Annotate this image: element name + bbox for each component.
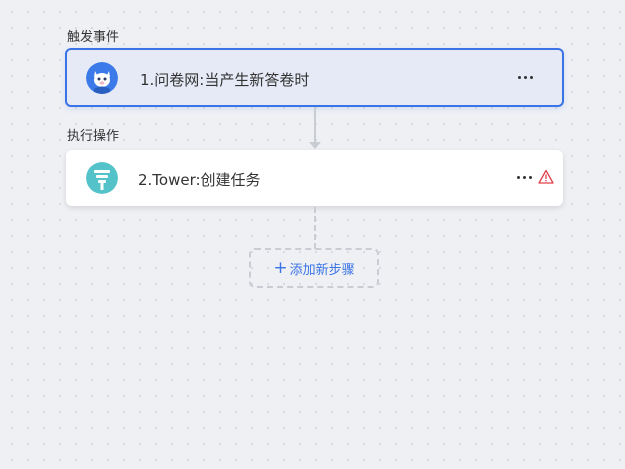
more-dot-icon (529, 75, 533, 79)
plus-icon: + (273, 257, 288, 278)
connector-dashed-line (314, 207, 316, 249)
warning-icon[interactable] (538, 169, 554, 185)
add-step-label: 添加新步骤 (289, 262, 355, 278)
more-dot-icon (523, 75, 527, 79)
connector-line (314, 107, 316, 147)
trigger-section-label: 触发事件 (67, 30, 120, 45)
more-options-button[interactable] (513, 167, 535, 187)
more-dot-icon (517, 75, 521, 79)
connector-arrow-icon (309, 142, 321, 149)
step-card-trigger[interactable]: 1.问卷网:当产生新答卷时 (65, 48, 564, 107)
more-dot-icon (528, 175, 532, 179)
step-title: 2.Tower:创建任务 (138, 171, 261, 189)
more-dot-icon (516, 175, 520, 179)
step-card-action[interactable]: 2.Tower:创建任务 (66, 150, 563, 206)
more-options-button[interactable] (514, 67, 536, 87)
more-dot-icon (522, 175, 526, 179)
action-section-label: 执行操作 (67, 129, 120, 144)
wenjuan-mascot-icon (86, 62, 118, 94)
tower-icon (86, 162, 118, 194)
step-title: 1.问卷网:当产生新答卷时 (140, 71, 310, 89)
add-step-button[interactable]: + 添加新步骤 (249, 248, 379, 288)
